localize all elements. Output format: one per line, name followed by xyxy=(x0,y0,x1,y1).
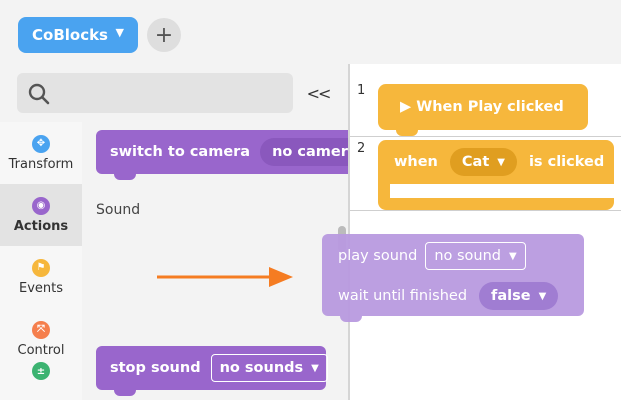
block-label: wait until finished xyxy=(338,288,468,304)
collapse-palette-button[interactable]: << xyxy=(305,80,332,106)
sprite-dropdown[interactable]: Cat ▼ xyxy=(449,148,517,176)
when-cat-clicked-block[interactable]: when Cat ▼ is clicked xyxy=(378,140,614,184)
arrow-right-icon xyxy=(157,267,293,287)
chevron-down-icon: ▼ xyxy=(509,250,517,262)
category-actions[interactable]: ◉ Actions xyxy=(0,184,82,246)
sound-dropdown[interactable]: no sound ▼ xyxy=(425,242,526,270)
ghost-line-1: play sound no sound ▼ xyxy=(338,240,526,272)
category-transform[interactable]: ✥ Transform xyxy=(0,122,82,184)
chevron-down-icon: ▼ xyxy=(311,362,319,374)
search-input[interactable] xyxy=(17,73,293,113)
block-label: play sound xyxy=(338,248,418,264)
search-icon xyxy=(28,83,50,105)
row-number: 1 xyxy=(357,83,366,98)
chevron-down-icon: ▼ xyxy=(538,290,547,302)
block-notch xyxy=(396,128,418,136)
dropdown-value: false xyxy=(491,288,531,304)
row-separator xyxy=(350,210,621,211)
switch-camera-block[interactable]: switch to camera no camera it xyxy=(96,130,348,180)
block-c-arm xyxy=(378,184,390,198)
project-label: CoBlocks xyxy=(32,26,108,44)
category-sidebar: ✥ Transform ◉ Actions ⚑ Events ⤧ Control… xyxy=(0,122,82,400)
block-palette: switch to camera no camera it Sound stop… xyxy=(82,122,348,400)
block-label: is clicked xyxy=(528,154,605,170)
chevron-down-icon: ▼ xyxy=(497,156,505,168)
double-chevron-left-icon: << xyxy=(306,83,332,103)
block-notch xyxy=(114,388,136,396)
ghost-line-2: wait until finished false ▼ xyxy=(338,280,559,312)
section-label-sound: Sound xyxy=(96,202,141,218)
plus-icon: + xyxy=(154,22,174,48)
block-c-bottom xyxy=(378,198,614,210)
category-label: Transform xyxy=(8,156,74,172)
category-label: Events xyxy=(18,280,63,296)
block-label: stop sound xyxy=(110,360,201,376)
transform-icon: ✥ xyxy=(32,134,50,153)
arrows-icon: ⤧ xyxy=(32,320,50,339)
category-operators[interactable]: ± xyxy=(0,362,82,400)
dropdown-value: no sounds xyxy=(219,360,304,376)
dropdown-value: no sound xyxy=(434,248,502,264)
dragged-play-sound-block[interactable]: play sound no sound ▼ wait until finishe… xyxy=(322,234,584,322)
project-dropdown-button[interactable]: CoBlocks ▼ xyxy=(18,17,138,53)
camera-dropdown[interactable]: no camera it xyxy=(260,138,348,166)
plus-minus-icon: ± xyxy=(32,362,50,380)
flag-icon: ⚑ xyxy=(32,258,50,277)
dropdown-value: Cat xyxy=(461,154,490,170)
block-label: when xyxy=(394,154,438,170)
row-number: 2 xyxy=(357,141,366,156)
sounds-dropdown[interactable]: no sounds ▼ xyxy=(210,354,328,382)
row-separator xyxy=(350,136,621,137)
block-label: ▶ When Play clicked xyxy=(400,99,564,115)
add-project-button[interactable]: + xyxy=(147,18,181,52)
top-bar: CoBlocks ▼ + xyxy=(0,0,621,64)
stop-sound-block[interactable]: stop sound no sounds ▼ xyxy=(96,346,328,396)
block-label: switch to camera xyxy=(110,144,251,160)
block-notch xyxy=(114,172,136,180)
eye-icon: ◉ xyxy=(32,196,50,215)
category-events[interactable]: ⚑ Events xyxy=(0,246,82,308)
block-notch xyxy=(340,314,362,322)
category-label: Actions xyxy=(13,218,69,234)
category-label: Control xyxy=(17,342,65,358)
when-play-clicked-block[interactable]: ▶ When Play clicked xyxy=(378,84,588,136)
finished-dropdown[interactable]: false ▼ xyxy=(479,282,559,310)
category-control[interactable]: ⤧ Control xyxy=(0,308,82,370)
chevron-down-icon: ▼ xyxy=(115,26,124,39)
